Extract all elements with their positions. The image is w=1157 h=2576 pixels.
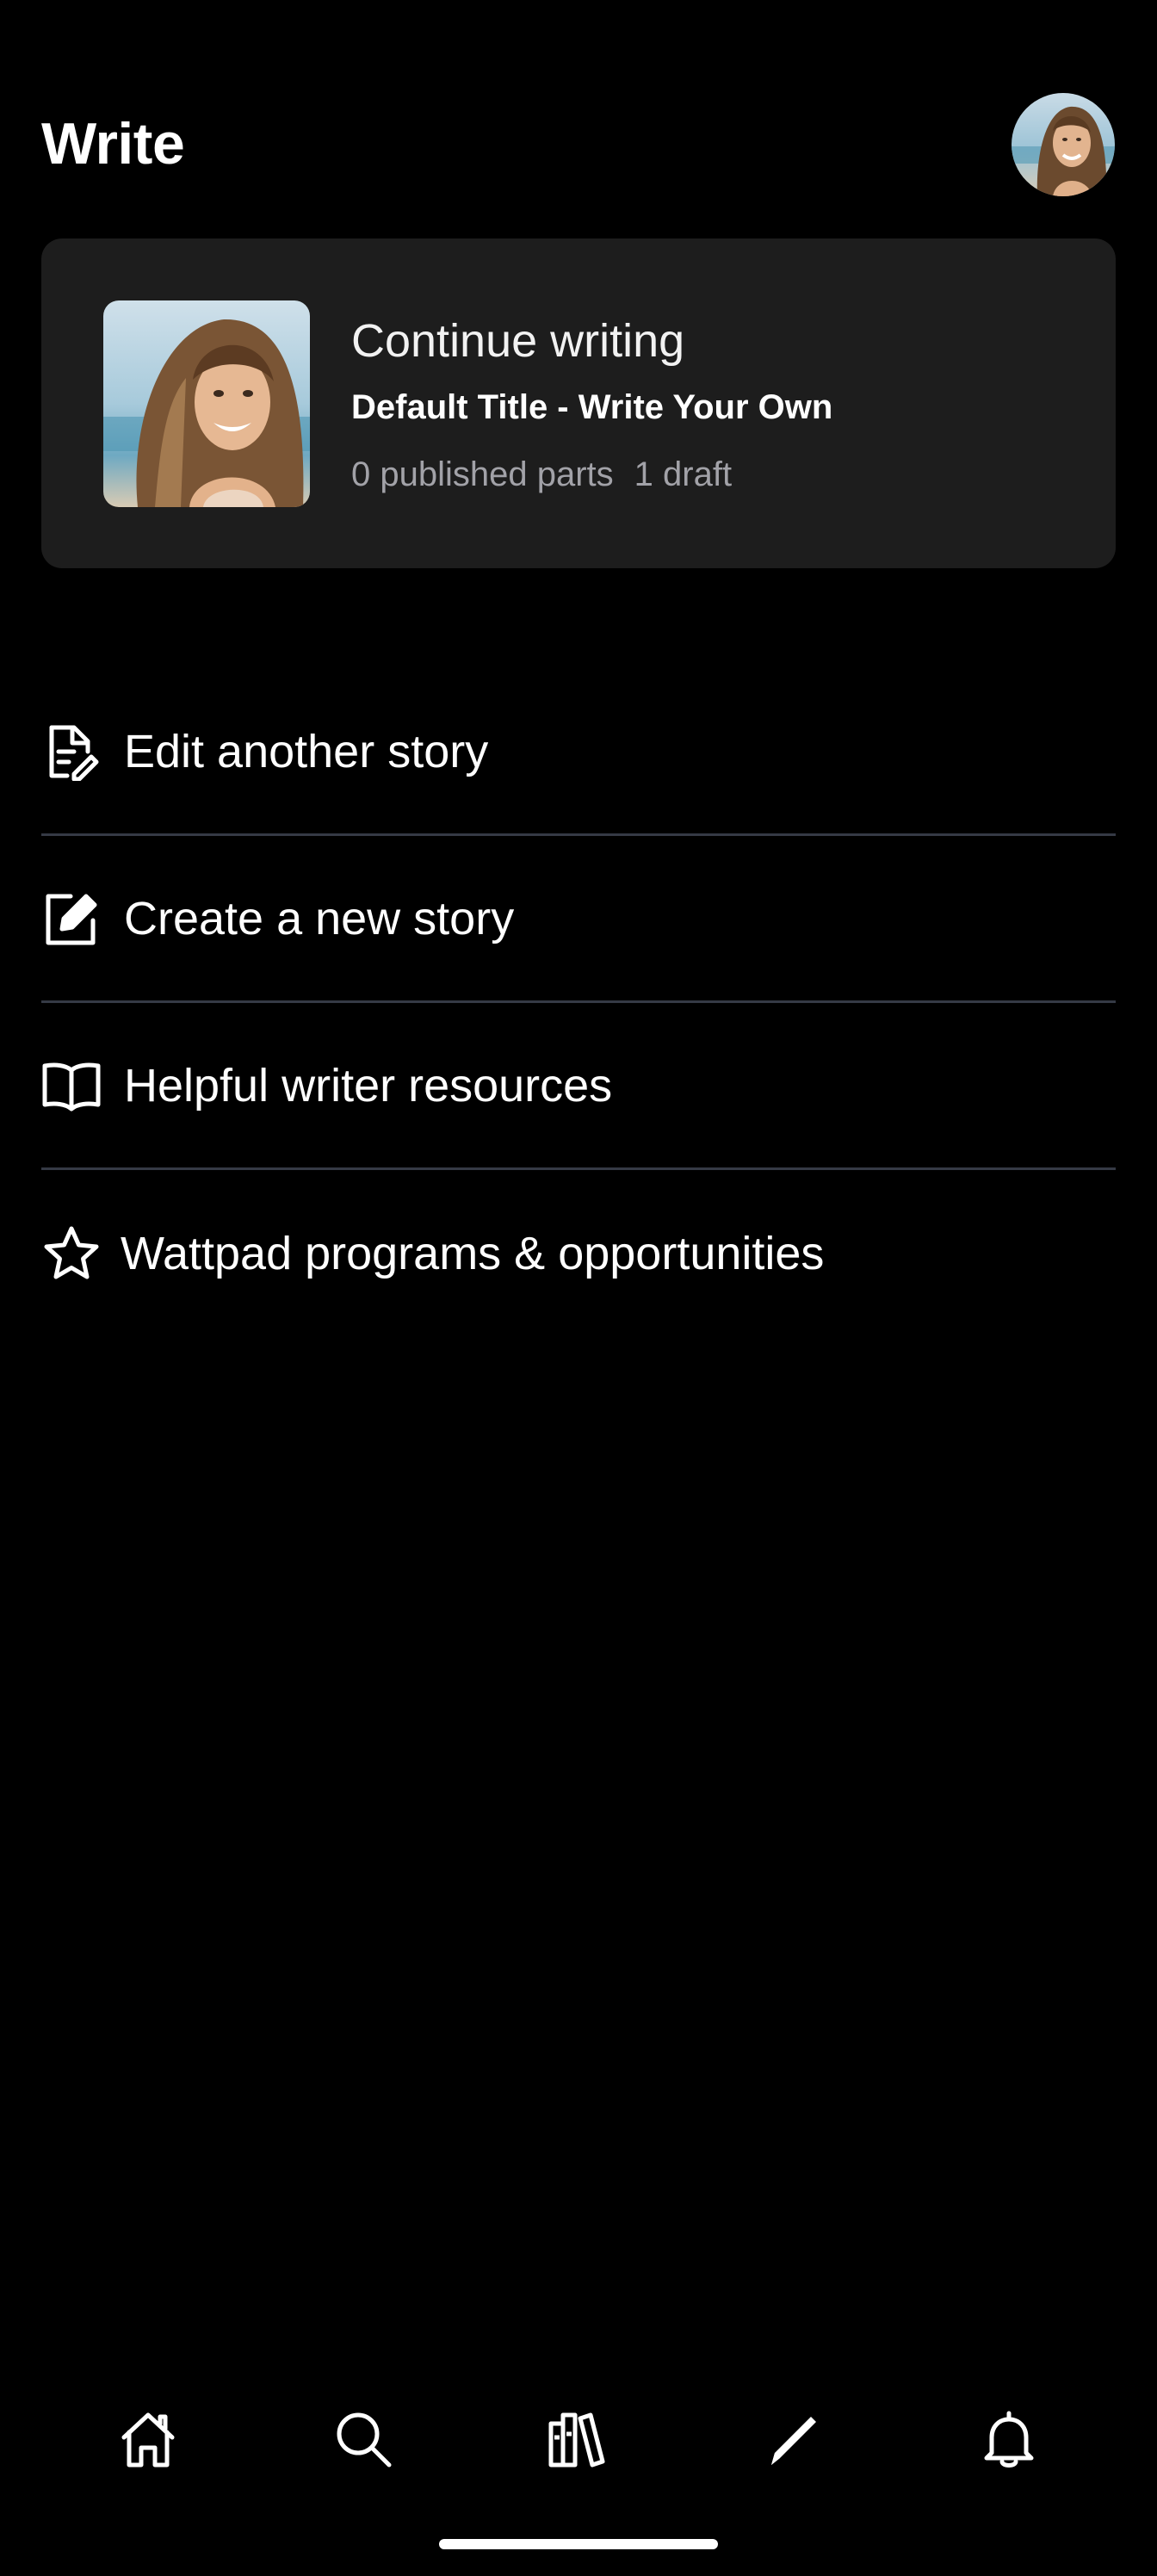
continue-writing-label: Continue writing — [351, 315, 685, 367]
page-title: Write — [41, 111, 185, 176]
nav-home[interactable] — [101, 2393, 195, 2488]
nav-library[interactable] — [531, 2393, 626, 2488]
nav-write[interactable] — [746, 2393, 841, 2488]
nav-notifications[interactable] — [962, 2393, 1056, 2488]
write-pencil-icon — [763, 2408, 825, 2474]
profile-avatar[interactable] — [1012, 93, 1115, 196]
avatar-photo — [1012, 93, 1115, 196]
home-indicator[interactable] — [439, 2539, 718, 2549]
menu-item-programs-opportunities[interactable]: Wattpad programs & opportunities — [41, 1170, 1116, 1337]
continue-writing-card[interactable]: Continue writing Default Title - Write Y… — [41, 238, 1116, 568]
menu-item-label: Helpful writer resources — [124, 1059, 613, 1112]
home-icon — [117, 2408, 179, 2474]
story-meta: 0 published parts 1 draft — [351, 457, 1092, 492]
write-options-list: Edit another story Create a new story He… — [41, 669, 1116, 1337]
compose-icon — [41, 888, 103, 950]
story-title: Default Title - Write Your Own — [351, 388, 833, 426]
menu-item-writer-resources[interactable]: Helpful writer resources — [41, 1003, 1116, 1170]
star-icon — [41, 1223, 103, 1285]
story-cover-image — [103, 300, 310, 507]
nav-search[interactable] — [316, 2393, 411, 2488]
draft-count: 1 draft — [634, 455, 733, 493]
menu-item-label: Wattpad programs & opportunities — [121, 1228, 825, 1279]
menu-item-label: Edit another story — [124, 725, 489, 777]
menu-item-label: Create a new story — [124, 892, 515, 944]
bottom-navigation — [0, 2393, 1157, 2488]
menu-item-edit-another-story[interactable]: Edit another story — [41, 669, 1116, 836]
menu-item-create-new-story[interactable]: Create a new story — [41, 836, 1116, 1003]
search-icon — [332, 2408, 394, 2474]
notifications-bell-icon — [978, 2408, 1040, 2474]
book-icon — [41, 1055, 103, 1117]
published-parts-count: 0 published parts — [351, 455, 614, 493]
library-icon — [546, 2408, 611, 2474]
edit-document-icon — [41, 721, 103, 783]
